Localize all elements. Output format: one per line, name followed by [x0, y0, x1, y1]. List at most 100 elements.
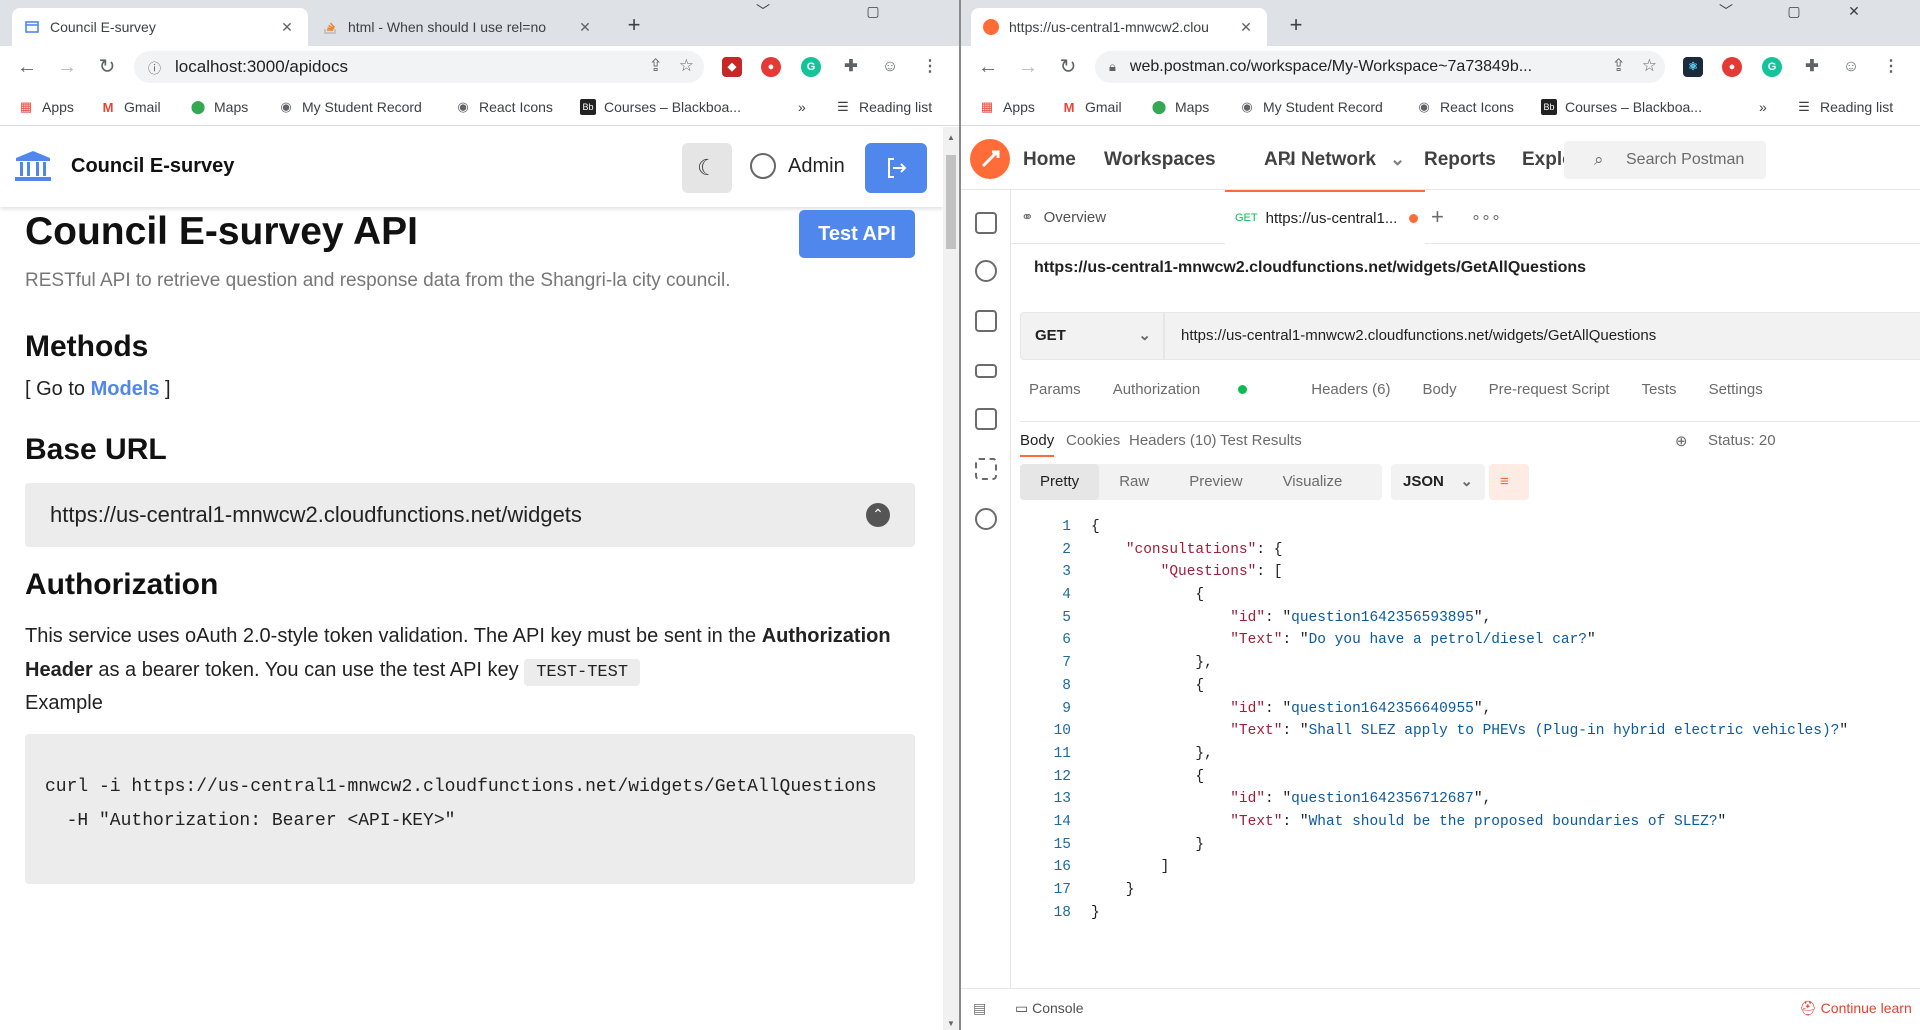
format-select[interactable]: JSON ⌄ [1391, 464, 1485, 500]
tab-council-esurvey[interactable]: Council E-survey ✕ [12, 8, 308, 46]
bookmark-student-record[interactable]: ◉ My Student Record [1239, 96, 1383, 118]
restore-button[interactable]: ▢ [1771, 0, 1817, 26]
tab-stackoverflow[interactable]: html - When should I use rel=no ✕ [310, 8, 606, 46]
extension-red-icon[interactable]: ◆ [722, 57, 742, 77]
environments-icon[interactable] [975, 310, 997, 332]
extension-stop-icon[interactable]: ● [1722, 57, 1742, 77]
close-window-button[interactable]: ✕ [1831, 0, 1877, 26]
monitors-icon[interactable] [975, 408, 997, 430]
view-raw[interactable]: Raw [1099, 464, 1169, 500]
extensions-puzzle-icon[interactable]: ✚ [841, 57, 861, 77]
bookmark-star-icon[interactable]: ☆ [1642, 56, 1657, 76]
reading-list[interactable]: ☰ Reading list [1796, 96, 1893, 118]
bookmark-react-icons[interactable]: ◉ React Icons [455, 96, 553, 118]
bookmark-gmail[interactable]: M Gmail [100, 96, 161, 118]
nav-home[interactable]: Home [1023, 149, 1076, 171]
bookmarks-overflow[interactable]: » [798, 96, 806, 118]
test-api-button[interactable]: Test API [799, 210, 915, 258]
mock-servers-icon[interactable] [975, 364, 997, 378]
tab-overview[interactable]: ⚭ Overview [1021, 190, 1106, 244]
profile-avatar-icon[interactable]: ☺ [1841, 57, 1861, 77]
menu-kebab-icon[interactable]: ⋮ [1881, 57, 1901, 77]
tab-request[interactable]: GET https://us-central1... [1225, 190, 1425, 244]
new-tab-button[interactable]: + [620, 12, 648, 40]
nav-api-network[interactable]: API Network [1264, 149, 1376, 171]
bookmarks-overflow[interactable]: » [1759, 96, 1767, 118]
extensions-puzzle-icon[interactable]: ✚ [1802, 57, 1822, 77]
search-postman-input[interactable]: ⌕ Search Postman [1564, 141, 1766, 179]
address-bar[interactable]: ⓘ localhost:3000/apidocs ⇪ ☆ [134, 51, 704, 83]
request-tab-authorization[interactable]: Authorization [1113, 381, 1280, 398]
chevron-down-icon[interactable]: ⌄ [1209, 149, 1297, 170]
bookmark-apps[interactable]: ▦ Apps [979, 96, 1035, 118]
minimize-button[interactable]: ﹀ [740, 0, 786, 26]
logout-button[interactable] [865, 143, 927, 193]
response-tab-headers[interactable]: Headers (10) [1129, 432, 1217, 449]
tab-close-icon[interactable]: ✕ [278, 19, 296, 36]
react-devtools-icon[interactable]: ⚛ [1683, 57, 1703, 77]
restore-button[interactable]: ▢ [850, 0, 896, 26]
nav-reports[interactable]: Reports [1424, 149, 1496, 171]
view-visualize[interactable]: Visualize [1263, 464, 1363, 500]
continue-learning-button[interactable]: ⛑ Continue learn [1799, 1000, 1912, 1017]
network-globe-icon[interactable]: ⊕ [1675, 432, 1688, 450]
postman-logo-icon[interactable] [970, 139, 1010, 179]
reload-icon[interactable]: ↻ [1055, 54, 1081, 80]
response-json[interactable]: { "consultations": { "Questions": [ { "i… [1091, 516, 1848, 924]
request-tab-body[interactable]: Body [1422, 381, 1456, 398]
bookmark-react-icons[interactable]: ◉ React Icons [1416, 96, 1514, 118]
request-tab-prerequest[interactable]: Pre-request Script [1489, 381, 1610, 398]
address-bar[interactable]: 🔒︎ web.postman.co/workspace/My-Workspace… [1095, 51, 1665, 83]
console-button[interactable]: ▭ Console [1015, 1000, 1084, 1017]
request-tab-headers[interactable]: Headers (6) [1311, 381, 1390, 398]
base-url-box[interactable]: https://us-central1-mnwcw2.cloudfunction… [25, 483, 915, 547]
tab-postman[interactable]: https://us-central1-mnwcw2.clou ✕ [971, 8, 1267, 46]
profile-avatar-icon[interactable]: ☺ [880, 57, 900, 77]
request-tab-settings[interactable]: Settings [1709, 381, 1763, 398]
more-tabs-icon[interactable]: ∘∘∘ [1471, 190, 1501, 244]
bookmark-blackboard[interactable]: Bb Courses – Blackboa... [580, 96, 741, 118]
bookmark-blackboard[interactable]: Bb Courses – Blackboa... [1541, 96, 1702, 118]
share-icon[interactable]: ⇪ [1612, 56, 1626, 76]
bookmark-apps[interactable]: ▦ Apps [18, 96, 74, 118]
add-tab-button[interactable]: + [1431, 190, 1444, 244]
response-tab-cookies[interactable]: Cookies [1066, 432, 1120, 449]
sidebar-toggle-icon[interactable]: ▤ [973, 1000, 986, 1017]
share-icon[interactable]: ⇪ [649, 56, 663, 76]
new-tab-button[interactable]: + [1282, 12, 1310, 40]
response-tab-test-results[interactable]: Test Results [1220, 432, 1302, 449]
scrollbar-thumb[interactable] [946, 155, 956, 249]
grammarly-icon[interactable]: G [801, 57, 821, 77]
request-tab-tests[interactable]: Tests [1642, 381, 1677, 398]
forward-icon[interactable]: → [54, 54, 80, 80]
method-select[interactable]: GET ⌄ [1020, 312, 1164, 360]
nav-workspaces[interactable]: Workspaces [1104, 149, 1216, 171]
bookmark-maps[interactable]: ⬤ Maps [190, 96, 249, 118]
tab-close-icon[interactable]: ✕ [1237, 19, 1255, 36]
chevron-down-icon[interactable]: ⌄ [1390, 149, 1405, 170]
request-tab-params[interactable]: Params [1029, 381, 1081, 398]
forward-icon[interactable]: → [1015, 54, 1041, 80]
lock-icon[interactable]: 🔒︎ [1109, 59, 1116, 75]
models-link[interactable]: Models [91, 378, 160, 400]
view-preview[interactable]: Preview [1169, 464, 1262, 500]
minimize-button[interactable]: ﹀ [1703, 0, 1749, 26]
history-icon[interactable] [975, 508, 997, 530]
site-info-icon[interactable]: ⓘ [148, 58, 161, 77]
flows-icon[interactable] [975, 458, 997, 480]
back-icon[interactable]: ← [14, 54, 40, 80]
grammarly-icon[interactable]: G [1762, 57, 1782, 77]
extension-stop-icon[interactable]: ● [761, 57, 781, 77]
bookmark-star-icon[interactable]: ☆ [679, 56, 694, 76]
tab-close-icon[interactable]: ✕ [576, 19, 594, 36]
back-icon[interactable]: ← [975, 54, 1001, 80]
bookmark-student-record[interactable]: ◉ My Student Record [278, 96, 422, 118]
reading-list[interactable]: ☰ Reading list [835, 96, 932, 118]
collections-icon[interactable] [975, 212, 997, 234]
reload-icon[interactable]: ↻ [94, 54, 120, 80]
response-tab-body[interactable]: Body [1020, 432, 1055, 457]
user-menu[interactable]: Admin [750, 153, 845, 179]
collapse-chevron-icon[interactable]: ⌃ [866, 503, 890, 527]
apis-icon[interactable] [975, 260, 997, 282]
dark-mode-button[interactable]: ☾ [682, 143, 732, 193]
